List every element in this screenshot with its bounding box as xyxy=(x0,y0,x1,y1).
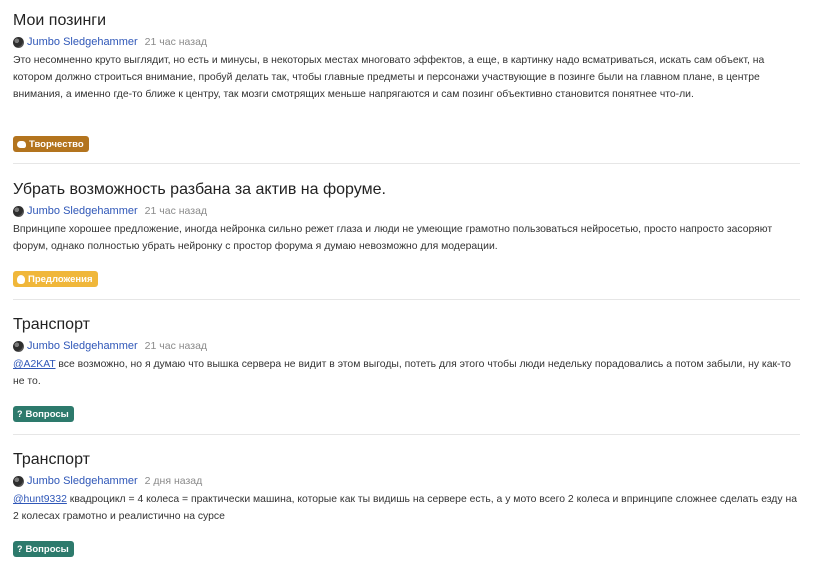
post-meta: Jumbo Sledgehammer 21 час назад xyxy=(13,34,800,50)
post-time[interactable]: 21 час назад xyxy=(145,36,207,48)
tag-questions[interactable]: ? Вопросы xyxy=(13,541,74,557)
tag-suggestions[interactable]: Предложения xyxy=(13,271,98,287)
post-body: @hunt9332 квадроцикл = 4 колеса = практи… xyxy=(13,491,800,525)
author-link[interactable]: Jumbo Sledgehammer xyxy=(27,36,138,48)
post-title[interactable]: Транспорт xyxy=(13,314,800,336)
post-body: @A2KAT все возможно, но я думаю что вышк… xyxy=(13,356,800,390)
post-time[interactable]: 21 час назад xyxy=(145,340,207,352)
lightbulb-icon xyxy=(17,274,25,284)
post-title[interactable]: Мои позинги xyxy=(13,10,800,32)
post-body-text: Впринципе хорошее предложение, иногда не… xyxy=(13,224,773,252)
divider xyxy=(13,163,800,164)
post-item: Мои позинги Jumbo Sledgehammer 21 час на… xyxy=(13,10,800,103)
author-link[interactable]: Jumbo Sledgehammer xyxy=(27,205,138,217)
avatar[interactable] xyxy=(13,205,24,217)
post-item: Транспорт Jumbo Sledgehammer 2 дня назад… xyxy=(13,449,800,525)
tag-label: Вопросы xyxy=(25,543,69,555)
post-item: Убрать возможность разбана за актив на ф… xyxy=(13,179,800,255)
tag-creative[interactable]: Творчество xyxy=(13,136,89,152)
mention-link[interactable]: @A2KAT xyxy=(13,359,56,370)
question-icon: ? xyxy=(17,409,23,419)
activity-feed: Мои позинги Jumbo Sledgehammer 21 час на… xyxy=(0,0,814,567)
question-icon: ? xyxy=(17,544,23,554)
post-meta: Jumbo Sledgehammer 2 дня назад xyxy=(13,473,800,489)
mention-link[interactable]: @hunt9332 xyxy=(13,494,67,505)
post-title[interactable]: Транспорт xyxy=(13,449,800,471)
palette-icon xyxy=(17,140,26,148)
divider xyxy=(13,299,800,300)
post-body-text: все возможно, но я думаю что вышка серве… xyxy=(13,359,791,387)
tag-questions[interactable]: ? Вопросы xyxy=(13,406,74,422)
tag-label: Творчество xyxy=(29,138,84,150)
divider xyxy=(13,434,800,435)
post-time[interactable]: 2 дня назад xyxy=(145,475,203,487)
avatar[interactable] xyxy=(13,36,24,48)
avatar[interactable] xyxy=(13,340,24,352)
post-body-text: Это несомненно круто выглядит, но есть и… xyxy=(13,55,765,100)
post-meta: Jumbo Sledgehammer 21 час назад xyxy=(13,338,800,354)
post-body-text: квадроцикл = 4 колеса = практически маши… xyxy=(13,494,797,522)
post-body: Впринципе хорошее предложение, иногда не… xyxy=(13,221,800,255)
tag-label: Предложения xyxy=(28,273,93,285)
post-meta: Jumbo Sledgehammer 21 час назад xyxy=(13,203,800,219)
post-item: Транспорт Jumbo Sledgehammer 21 час наза… xyxy=(13,314,800,390)
tag-label: Вопросы xyxy=(25,408,69,420)
post-body: Это несомненно круто выглядит, но есть и… xyxy=(13,52,800,103)
post-title[interactable]: Убрать возможность разбана за актив на ф… xyxy=(13,179,800,201)
post-time[interactable]: 21 час назад xyxy=(145,205,207,217)
author-link[interactable]: Jumbo Sledgehammer xyxy=(27,475,138,487)
author-link[interactable]: Jumbo Sledgehammer xyxy=(27,340,138,352)
avatar[interactable] xyxy=(13,475,24,487)
